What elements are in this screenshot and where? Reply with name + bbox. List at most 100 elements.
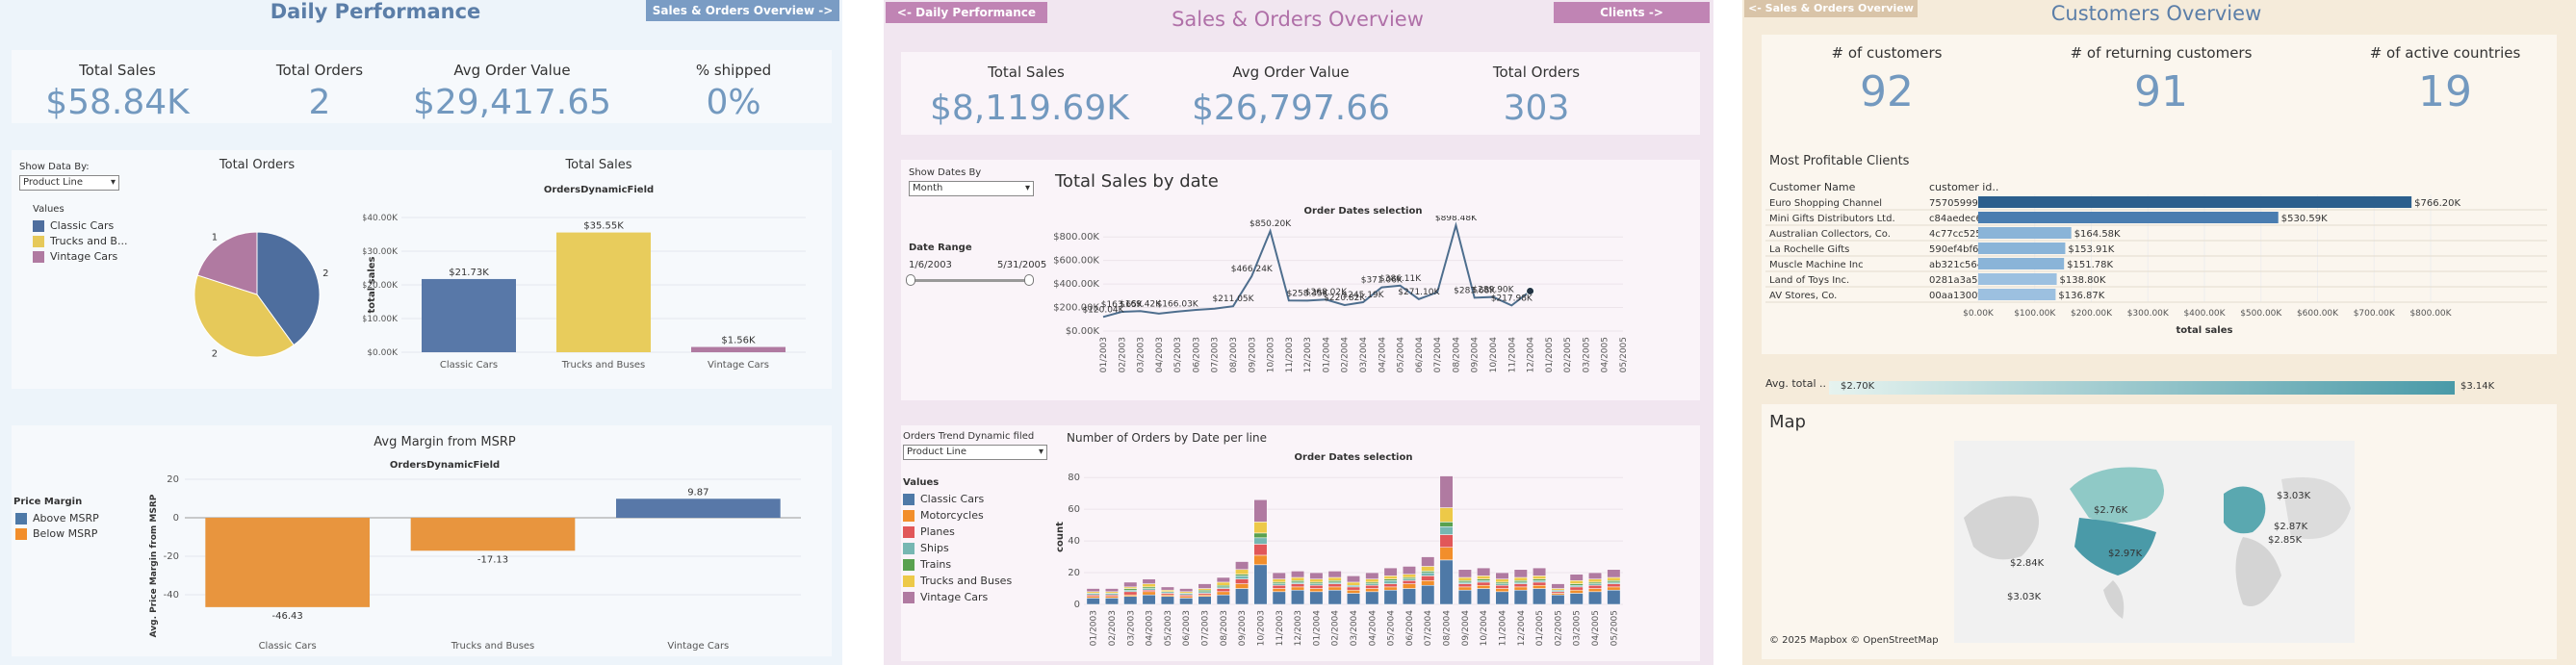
- world-map[interactable]: $3.03K $2.76K $2.97K $2.84K $3.03K $2.87…: [1954, 441, 2355, 643]
- stacked-bar-segment: [1179, 598, 1194, 605]
- clients-title: Most Profitable Clients: [1769, 154, 1910, 168]
- date-range-start-handle[interactable]: [906, 274, 915, 286]
- y-tick-label: $40.00K: [363, 214, 399, 223]
- x-tick-label: 04/2005: [1601, 337, 1610, 372]
- bar: [422, 278, 516, 352]
- kpi-value: 92: [1860, 67, 1914, 116]
- total-sales-bar-chart: $0.00K$10.00K$20.00K$30.00K$40.00Ktotal …: [363, 214, 806, 371]
- stacked-bar-segment: [1457, 576, 1472, 581]
- line-data-label: $466.24K: [1231, 265, 1274, 274]
- stacked-bar-segment: [1402, 566, 1416, 575]
- stacked-bar-segment: [1421, 566, 1435, 572]
- y-tick-label: 40: [1068, 536, 1080, 547]
- x-tick-label: 06/2004: [1415, 337, 1425, 373]
- client-name: Land of Toys Inc.: [1769, 275, 1849, 286]
- stacked-bar-segment: [1272, 591, 1286, 605]
- legend-label: Below MSRP: [33, 527, 98, 540]
- kpi-label: Total Orders: [1492, 64, 1581, 81]
- pie-data-label: 2: [322, 269, 328, 279]
- x-tick-label: $800.00K: [2409, 309, 2452, 319]
- y-axis-label: Avg. Price Margin from MSRP: [149, 494, 159, 637]
- line-data-label: $386.11K: [1379, 274, 1422, 284]
- y-tick-label: 0: [1074, 600, 1080, 610]
- client-bar: [1978, 258, 2065, 269]
- legend-item: Vintage Cars: [903, 591, 988, 603]
- date-range-slider-track[interactable]: [911, 279, 1028, 282]
- bar-subtitle: OrdersDynamicField: [543, 185, 655, 195]
- line-data-label: $850.20K: [1249, 219, 1292, 229]
- stacked-bar-segment: [1439, 534, 1454, 548]
- stacked-bar-segment: [1216, 588, 1230, 593]
- avg-margin-bar-chart: -40 -20 0 20 Avg. Price Margin from MSRP -46.…: [149, 474, 801, 652]
- date-range-end-handle[interactable]: [1024, 274, 1034, 286]
- stacked-bar-segment: [1235, 588, 1249, 605]
- stacked-bar-segment: [1142, 594, 1156, 605]
- sales-orders-overview-button[interactable]: Sales & Orders Overview ->: [646, 0, 839, 21]
- legend-label: Vintage Cars: [50, 250, 118, 263]
- x-tick-label: 05/2003: [1173, 337, 1183, 372]
- legend-swatch: [903, 575, 914, 587]
- bar-data-label: -17.13: [477, 554, 508, 565]
- kpi-label: Avg Order Value: [453, 62, 571, 79]
- stacked-bar-segment: [1365, 572, 1379, 579]
- show-data-dropdown[interactable]: Product Line: [19, 175, 119, 191]
- y-tick-label: $10.00K: [363, 315, 399, 324]
- x-tick-label: Vintage Cars: [708, 360, 769, 371]
- date-range-label: Date Range: [909, 243, 972, 253]
- bar: [691, 346, 786, 352]
- stacked-bar-segment: [1253, 537, 1268, 545]
- x-tick-label: 01/2005: [1545, 337, 1555, 372]
- bar-data-label: $21.73K: [449, 268, 489, 278]
- kpi-label: # of active countries: [2369, 44, 2521, 62]
- daily-performance-back-button[interactable]: <- Daily Performance: [886, 2, 1047, 23]
- show-dates-dropdown[interactable]: Month: [909, 181, 1034, 196]
- pie-data-label: 1: [212, 232, 218, 243]
- stacked-bar-segment: [1216, 591, 1230, 596]
- y-axis-label: total sales: [367, 256, 377, 313]
- legend-label: Trains: [920, 558, 952, 571]
- client-name: Australian Collectors, Co.: [1769, 229, 1891, 240]
- stacked-bar-segment: [1253, 499, 1268, 523]
- x-tick-label: 06/2004: [1405, 610, 1415, 647]
- stacked-bar-segment: [1309, 578, 1324, 583]
- stacked-bar-segment: [1439, 559, 1454, 605]
- x-tick-label: 01/2004: [1322, 337, 1331, 373]
- x-tick-label: 07/2003: [1211, 337, 1221, 372]
- pie-data-label: 2: [212, 349, 218, 360]
- stacked-bar-segment: [1291, 586, 1305, 591]
- show-dates-label: Show Dates By: [909, 167, 982, 178]
- values-legend-title: Values: [903, 477, 940, 488]
- y-tick-label: $0.00K: [367, 348, 399, 358]
- line-data-label: $211.05K: [1212, 294, 1254, 304]
- client-bar-label: $766.20K: [2414, 198, 2460, 209]
- kpi-label: Total Orders: [275, 62, 364, 79]
- legend-item-below-msrp: Below MSRP: [15, 527, 97, 540]
- stacked-bar-segment: [1513, 583, 1528, 588]
- avg-total-max: $3.14K: [2460, 381, 2495, 392]
- date-range-start: 1/6/2003: [909, 260, 952, 270]
- legend-swatch: [903, 558, 914, 571]
- x-tick-label: Trucks and Buses: [451, 641, 535, 652]
- stacked-bar-segment: [1495, 572, 1509, 579]
- x-tick-label: $100.00K: [2014, 309, 2056, 319]
- kpi-label: # of returning customers: [2070, 44, 2253, 62]
- stacked-bar-segment: [1365, 578, 1379, 583]
- stacked-bar-segment: [1421, 580, 1435, 586]
- total-orders-pie-chart: 2 2 1: [193, 231, 329, 360]
- sales-orders-back-button[interactable]: <- Sales & Orders Overview: [1744, 0, 1918, 17]
- kpi-value: $26,797.66: [1191, 89, 1391, 128]
- client-bar: [1978, 196, 2412, 208]
- legend-item: Planes: [903, 525, 955, 538]
- stacked-bar-segment: [1513, 576, 1528, 581]
- x-tick-label: 10/2003: [1267, 337, 1276, 372]
- client-bar: [1978, 273, 2057, 285]
- map-label: $2.97K: [2108, 549, 2143, 559]
- x-tick-label: 07/2004: [1424, 610, 1433, 647]
- x-tick-label: 07/2004: [1433, 337, 1443, 373]
- legend-item: Trucks and Buses: [903, 575, 1012, 587]
- trend-filter-dropdown[interactable]: Product Line: [903, 445, 1047, 460]
- client-bar-label: $153.91K: [2068, 244, 2114, 255]
- x-tick-label: 11/2003: [1275, 610, 1285, 646]
- stacked-bar-segment: [1421, 584, 1435, 605]
- clients-button[interactable]: Clients ->: [1554, 2, 1710, 23]
